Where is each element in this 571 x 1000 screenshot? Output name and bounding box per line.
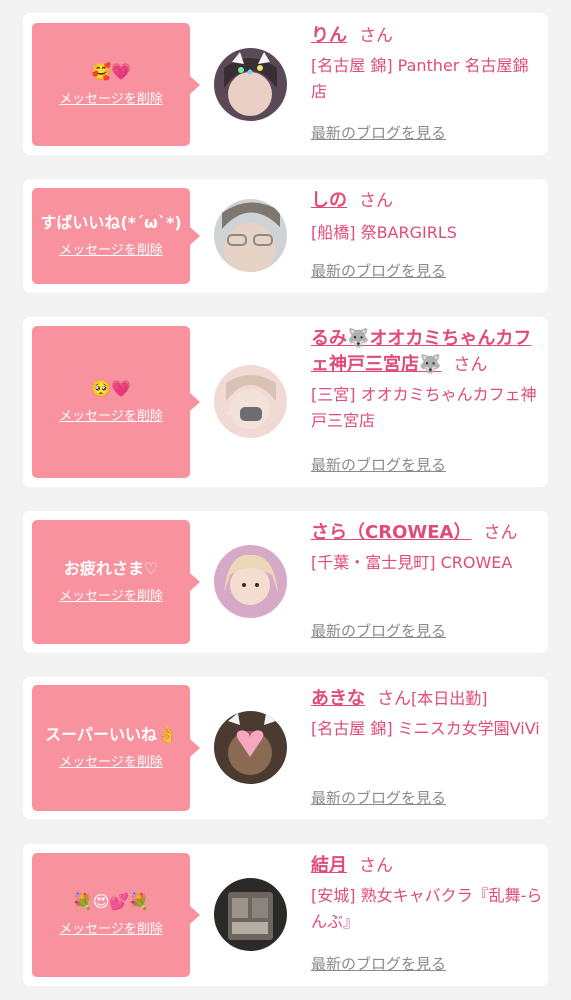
message-card: お疲れさま♡ メッセージを削除 さら（CROWEA） さん [千葉・富士見町] C… xyxy=(23,511,548,653)
delete-message-link[interactable]: メッセージを削除 xyxy=(59,408,163,426)
message-card: スーパーいいね👌 メッセージを削除 あきな さん[本日出勤] [名古屋 錦] ミニ… xyxy=(23,677,548,819)
delete-message-link[interactable]: メッセージを削除 xyxy=(59,91,163,109)
girl-info: りん さん [名古屋 錦] Panther 名古屋錦店 xyxy=(311,23,543,105)
girl-name-link[interactable]: さら（CROWEA） xyxy=(311,522,471,543)
avatar[interactable] xyxy=(214,365,287,438)
honorific: さん xyxy=(359,26,393,46)
message-bubble: 🥰💗 メッセージを削除 xyxy=(32,23,200,146)
girl-name-link[interactable]: しの xyxy=(311,190,347,211)
message-text: 🥰💗 xyxy=(91,61,131,81)
girl-name-link[interactable]: 結月 xyxy=(311,855,347,876)
girl-info: さら（CROWEA） さん [千葉・富士見町] CROWEA xyxy=(311,520,543,576)
girl-name-link[interactable]: るみ🐺オオカミちゃんカフェ神戸三宮店🐺 xyxy=(311,328,531,375)
shop-area: [名古屋 錦] Panther 名古屋錦店 xyxy=(311,56,529,101)
girl-info: あきな さん[本日出勤] [名古屋 錦] ミニスカ女学園ViVi xyxy=(311,686,543,742)
shop-area: [安城] 熟女キャバクラ『乱舞-らんぶ』 xyxy=(311,886,543,931)
girl-info: 結月 さん [安城] 熟女キャバクラ『乱舞-らんぶ』 xyxy=(311,853,543,935)
message-bubble: すばいいね(*´ω`*) メッセージを削除 xyxy=(32,188,200,284)
message-card: 💐😍💕💐 メッセージを削除 結月 さん [安城] 熟女キャバクラ『乱舞-らんぶ』 … xyxy=(23,844,548,986)
shop-area: [千葉・富士見町] CROWEA xyxy=(311,553,513,572)
message-card: 🥺💗 メッセージを削除 るみ🐺オオカミちゃんカフェ神戸三宮店🐺 さん [三宮] オ… xyxy=(23,317,548,487)
status-tag: [本日出勤] xyxy=(411,689,488,708)
honorific: さん xyxy=(483,523,518,543)
message-card: 🥰💗 メッセージを削除 りん さん [名古屋 錦] Panther 名古屋錦店 最… xyxy=(23,13,548,155)
message-text: 💐😍💕💐 xyxy=(72,892,150,911)
delete-message-link[interactable]: メッセージを削除 xyxy=(59,588,163,606)
message-list: 🥰💗 メッセージを削除 りん さん [名古屋 錦] Panther 名古屋錦店 最… xyxy=(0,0,571,1000)
latest-blog-link[interactable]: 最新のブログを見る xyxy=(311,621,446,641)
girl-name-link[interactable]: りん xyxy=(311,25,347,46)
message-text: お疲れさま♡ xyxy=(63,559,159,578)
delete-message-link[interactable]: メッセージを削除 xyxy=(59,754,163,772)
message-text: 🥺💗 xyxy=(91,379,131,398)
avatar[interactable] xyxy=(214,48,287,121)
girl-info: しの さん [船橋] 祭BARGIRLS xyxy=(311,188,543,246)
shop-area: [船橋] 祭BARGIRLS xyxy=(311,223,457,242)
shop-area: [三宮] オオカミちゃんカフェ神戸三宮店 xyxy=(311,385,537,430)
message-card: すばいいね(*´ω`*) メッセージを削除 しの さん [船橋] 祭BARGIRL… xyxy=(23,179,548,293)
avatar[interactable] xyxy=(214,878,287,951)
message-bubble: スーパーいいね👌 メッセージを削除 xyxy=(32,685,200,811)
delete-message-link[interactable]: メッセージを削除 xyxy=(59,242,163,260)
honorific: さん xyxy=(453,355,488,375)
message-text: すばいいね(*´ω`*) xyxy=(40,213,182,232)
latest-blog-link[interactable]: 最新のブログを見る xyxy=(311,123,446,143)
latest-blog-link[interactable]: 最新のブログを見る xyxy=(311,788,446,808)
message-bubble: 🥺💗 メッセージを削除 xyxy=(32,326,200,478)
honorific: さん xyxy=(377,689,411,709)
latest-blog-link[interactable]: 最新のブログを見る xyxy=(311,261,446,281)
avatar[interactable] xyxy=(214,545,287,618)
honorific: さん xyxy=(359,856,393,876)
avatar[interactable] xyxy=(214,711,287,784)
delete-message-link[interactable]: メッセージを削除 xyxy=(59,921,163,939)
shop-area: [名古屋 錦] ミニスカ女学園ViVi xyxy=(311,719,540,738)
message-bubble: お疲れさま♡ メッセージを削除 xyxy=(32,520,200,644)
latest-blog-link[interactable]: 最新のブログを見る xyxy=(311,455,446,475)
message-text: スーパーいいね👌 xyxy=(45,725,177,744)
message-bubble: 💐😍💕💐 メッセージを削除 xyxy=(32,853,200,977)
avatar[interactable] xyxy=(214,199,287,272)
girl-info: るみ🐺オオカミちゃんカフェ神戸三宮店🐺 さん [三宮] オオカミちゃんカフェ神戸三… xyxy=(311,326,543,434)
latest-blog-link[interactable]: 最新のブログを見る xyxy=(311,954,446,974)
girl-name-link[interactable]: あきな xyxy=(311,688,365,709)
honorific: さん xyxy=(359,191,393,211)
